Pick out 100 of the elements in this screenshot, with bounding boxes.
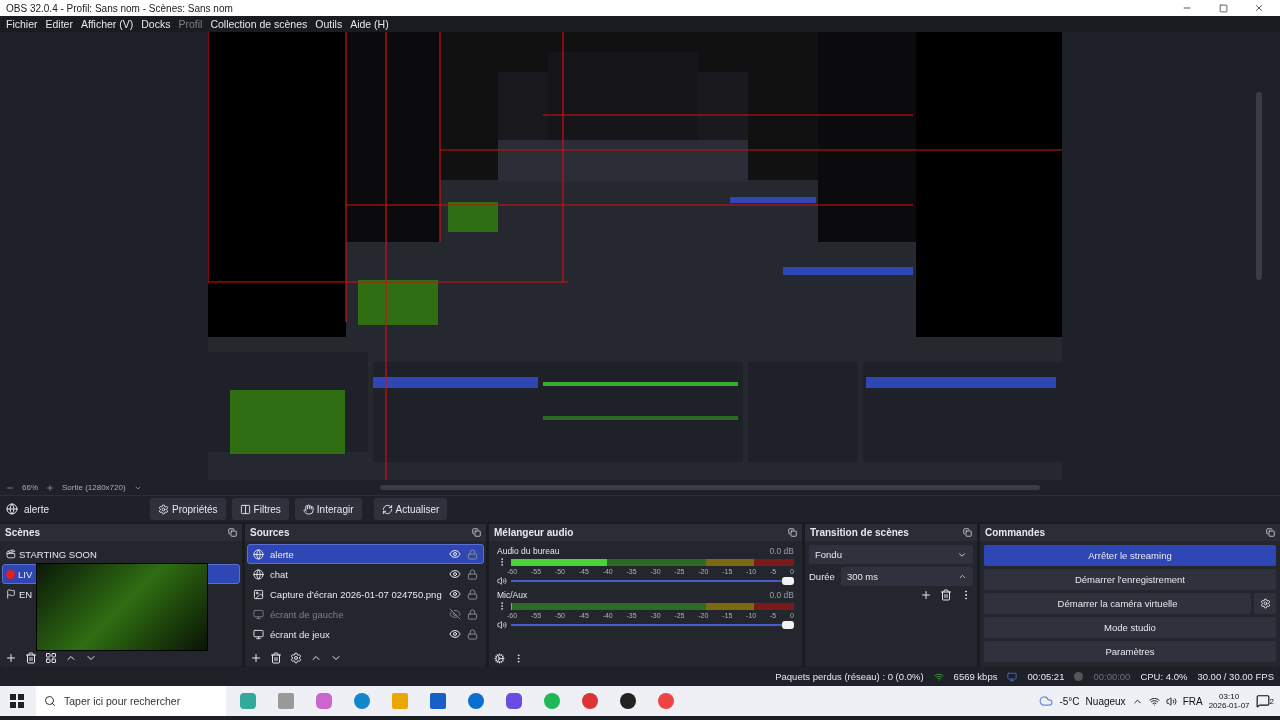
language-indicator[interactable]: FRA <box>1182 695 1203 707</box>
volume-slider[interactable] <box>511 621 794 629</box>
speaker-icon[interactable] <box>497 576 507 586</box>
channel-name: Mic/Aux <box>497 590 528 600</box>
trash-icon[interactable] <box>940 589 952 601</box>
cpu-usage: CPU: 4.0% <box>1140 671 1188 682</box>
scene-item[interactable]: EN <box>2 584 240 604</box>
speaker-icon[interactable] <box>1165 695 1177 707</box>
record-time: 00:00:00 <box>1093 671 1131 682</box>
spinner-icon[interactable] <box>958 572 967 581</box>
channel-name: Audio du bureau <box>497 546 560 556</box>
menu-item[interactable]: Editer <box>41 16 77 32</box>
scrollbar[interactable] <box>1256 92 1262 280</box>
control-button[interactable]: Arrêter le streaming <box>984 545 1276 566</box>
clock[interactable]: 03:10 2026-01-07 <box>1208 692 1250 710</box>
dropped-frames: Paquets perdus (réseau) : 0 (0.0%) <box>775 671 924 682</box>
hand-icon <box>302 503 314 515</box>
gear-icon <box>1259 598 1271 609</box>
menu-item[interactable]: Fichier <box>2 16 42 32</box>
source-item[interactable]: alerte <box>247 544 484 564</box>
source-name: alerte <box>24 503 50 515</box>
fps: 30.00 / 30.00 FPS <box>1197 671 1274 682</box>
clapperboard-icon <box>6 549 16 559</box>
duration-field[interactable]: 300 ms <box>840 567 973 586</box>
slider-thumb[interactable] <box>782 577 794 585</box>
trash-icon[interactable] <box>25 652 37 664</box>
float-dock-icon[interactable] <box>963 528 972 537</box>
source-item[interactable]: chat <box>247 564 484 584</box>
eye-off-icon[interactable] <box>449 608 461 620</box>
live-dot-icon <box>6 569 15 579</box>
source-item[interactable]: écrant de jeux <box>247 624 484 644</box>
menu-item[interactable]: Afficher (V) <box>76 16 138 32</box>
globe-icon <box>253 548 264 560</box>
menu-item[interactable]: Collection de scènes <box>206 16 312 32</box>
gear-icon[interactable] <box>290 652 302 664</box>
add-icon[interactable] <box>250 652 262 664</box>
add-icon[interactable] <box>5 652 17 664</box>
eye-icon[interactable] <box>449 548 461 560</box>
trash-icon[interactable] <box>270 652 282 664</box>
float-dock-icon[interactable] <box>228 528 237 537</box>
image-icon <box>253 588 264 600</box>
panel-title: Commandes <box>985 527 1045 538</box>
context-button[interactable]: Interagir <box>294 498 362 520</box>
monitor-icon <box>253 628 264 640</box>
panel-title: Sources <box>250 527 290 538</box>
volume-slider[interactable] <box>511 577 794 585</box>
temperature: -5°C <box>1059 695 1080 707</box>
eye-icon[interactable] <box>449 568 461 580</box>
panel-title: Scènes <box>5 527 41 538</box>
close-icon <box>1254 3 1264 13</box>
windows-logo-icon[interactable] <box>10 694 24 708</box>
lock-icon[interactable] <box>467 568 478 580</box>
source-item[interactable]: écrant de gauche <box>247 604 484 624</box>
maximize-icon <box>1218 3 1228 13</box>
gears-icon[interactable] <box>494 652 505 664</box>
scrollbar[interactable] <box>379 485 1040 490</box>
eye-icon[interactable] <box>449 628 461 640</box>
globe-icon <box>6 503 18 515</box>
control-button[interactable]: Paramètres <box>984 641 1276 662</box>
add-icon[interactable] <box>920 589 932 601</box>
source-item[interactable]: Capture d’écran 2026-01-07 024750.png <box>247 584 484 604</box>
wifi-icon[interactable] <box>1148 695 1160 707</box>
gear-icon <box>158 503 169 515</box>
notification-count: 2 <box>1269 696 1274 706</box>
control-button[interactable]: Démarrer la caméra virtuelle <box>984 593 1251 614</box>
settings-button[interactable] <box>1254 593 1276 614</box>
lock-icon[interactable] <box>467 628 478 640</box>
control-button[interactable]: Mode studio <box>984 617 1276 638</box>
zoom-in-icon[interactable] <box>46 483 54 492</box>
search-icon <box>44 695 56 707</box>
float-dock-icon[interactable] <box>788 528 797 537</box>
menu-item[interactable]: Outils <box>311 16 347 32</box>
transition-dropdown[interactable]: Fondu <box>809 545 973 564</box>
eye-icon[interactable] <box>449 588 461 600</box>
flag-icon <box>6 589 16 599</box>
app-icon[interactable] <box>620 693 636 709</box>
notification-icon[interactable] <box>1255 694 1270 708</box>
float-dock-icon[interactable] <box>1266 528 1275 537</box>
globe-icon <box>253 568 264 580</box>
search-field[interactable]: Taper ici pour rechercher <box>36 686 226 716</box>
cloud-icon <box>1039 694 1054 708</box>
context-button[interactable]: Actualiser <box>373 498 448 520</box>
context-button[interactable]: Filtres <box>231 498 289 520</box>
volume-reading: 0.0 dB <box>769 590 794 600</box>
scene-item[interactable]: STARTING SOON <box>2 544 240 564</box>
slider-thumb[interactable] <box>782 621 794 629</box>
lock-icon[interactable] <box>467 588 478 600</box>
lock-icon[interactable] <box>467 608 478 620</box>
context-button[interactable]: Propriétés <box>150 498 226 520</box>
bitrate: 6569 kbps <box>953 671 998 682</box>
menu-item[interactable]: Aide (H) <box>346 16 393 32</box>
control-button[interactable]: Démarrer l'enregistrement <box>984 569 1276 590</box>
duration-label: Durée <box>809 571 835 582</box>
speaker-icon[interactable] <box>497 620 507 630</box>
monitor-icon <box>253 608 264 620</box>
panel-title: Mélangeur audio <box>494 527 574 538</box>
stream-time: 00:05:21 <box>1027 671 1065 682</box>
menu-item[interactable]: Docks <box>137 16 175 32</box>
output-label[interactable]: Sortie (1280x720) <box>62 483 126 492</box>
float-dock-icon[interactable] <box>472 528 481 537</box>
